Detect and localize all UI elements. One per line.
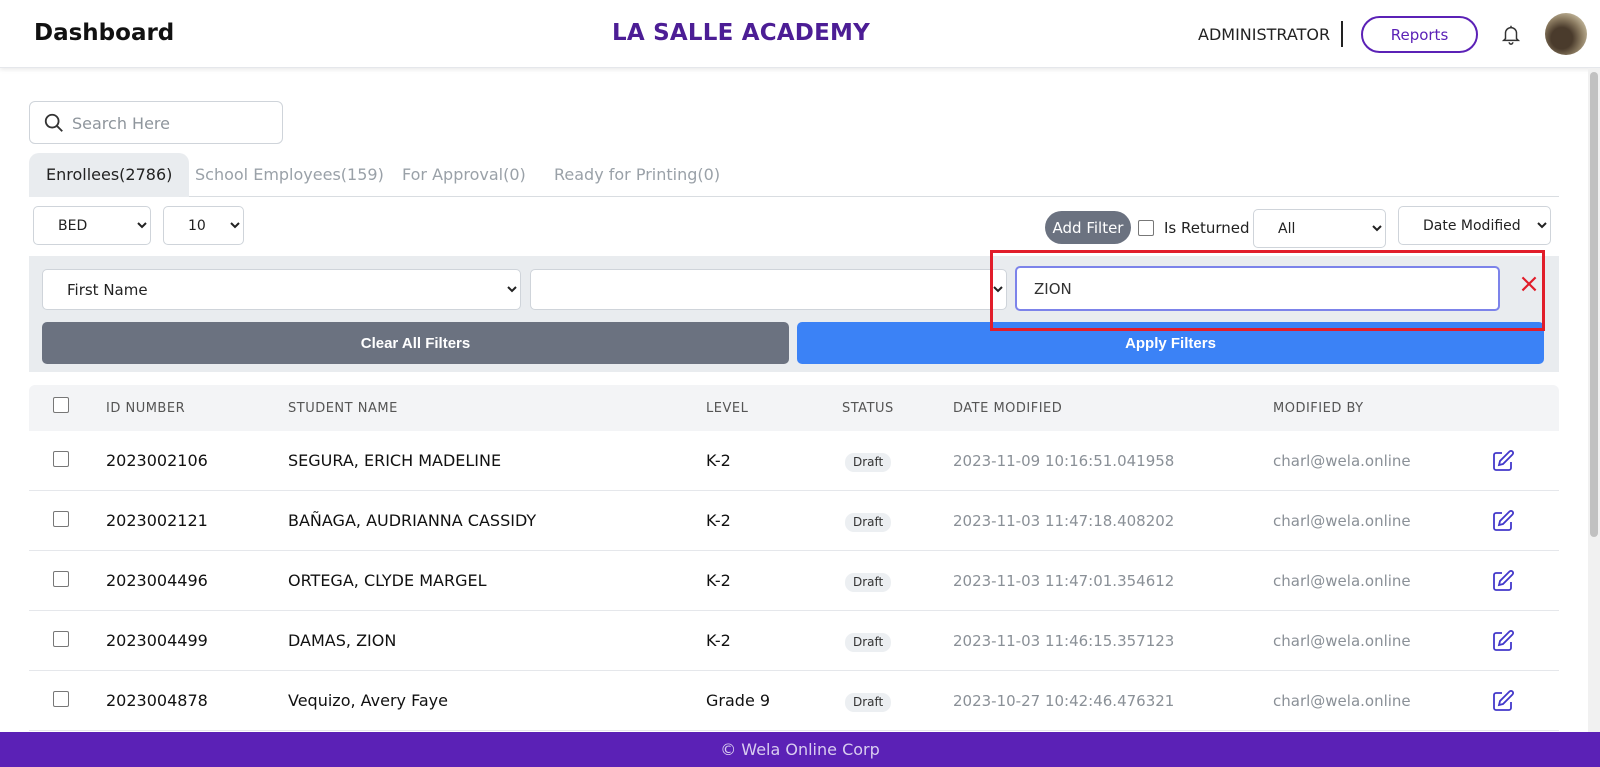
column-header[interactable]: ID NUMBER	[106, 401, 185, 416]
filter-value-input[interactable]	[1015, 266, 1500, 311]
enrollees-table: ID NUMBER STUDENT NAME LEVEL STATUS DATE…	[29, 385, 1559, 732]
search-box[interactable]	[29, 101, 283, 144]
status-select[interactable]: All	[1253, 209, 1386, 248]
id-number: 2023004496	[106, 571, 208, 590]
add-filter-button[interactable]: Add Filter	[1045, 211, 1131, 244]
filter-operator-select[interactable]	[530, 269, 1007, 310]
column-header[interactable]: LEVEL	[706, 401, 748, 416]
search-icon	[44, 113, 63, 132]
student-name: Vequizo, Avery Faye	[288, 691, 448, 710]
tab-school-employees[interactable]: School Employees(159)	[195, 153, 384, 197]
id-number: 2023004878	[106, 691, 208, 710]
student-name: BAÑAGA, AUDRIANNA CASSIDY	[288, 511, 537, 530]
table-row[interactable]: 2023002106 SEGURA, ERICH MADELINE K-2 Dr…	[29, 431, 1559, 491]
select-all-checkbox[interactable]	[53, 397, 69, 413]
date-modified: 2023-11-03 11:46:15.357123	[953, 632, 1175, 650]
column-header[interactable]: MODIFIED BY	[1273, 401, 1364, 416]
table-row[interactable]: 2023004499 DAMAS, ZION K-2 Draft 2023-11…	[29, 611, 1559, 671]
column-header[interactable]: DATE MODIFIED	[953, 401, 1062, 416]
column-header[interactable]: STUDENT NAME	[288, 401, 398, 416]
date-modified: 2023-11-09 10:16:51.041958	[953, 452, 1175, 470]
date-modified: 2023-11-03 11:47:01.354612	[953, 572, 1175, 590]
edit-icon[interactable]	[1491, 509, 1515, 533]
row-checkbox[interactable]	[53, 571, 69, 587]
filter-field-select[interactable]: First Name	[42, 269, 521, 310]
date-modified: 2023-10-27 10:42:46.476321	[953, 692, 1175, 710]
edit-icon[interactable]	[1491, 689, 1515, 713]
level: Grade 9	[706, 691, 771, 710]
tab-enrollees[interactable]: Enrollees(2786)	[29, 153, 190, 197]
modified-by: charl@wela.online	[1273, 452, 1411, 470]
level: K-2	[706, 571, 731, 590]
level: K-2	[706, 451, 731, 470]
modified-by: charl@wela.online	[1273, 512, 1411, 530]
remove-filter-button[interactable]: ×	[1514, 269, 1544, 299]
is-returned-checkbox[interactable]	[1138, 220, 1154, 236]
footer: © Wela Online Corp	[0, 732, 1600, 767]
user-role: ADMINISTRATOR	[1198, 25, 1331, 44]
scrollbar-thumb[interactable]	[1590, 72, 1598, 537]
top-bar: Dashboard LA SALLE ACADEMY ADMINISTRATOR…	[0, 0, 1600, 68]
status-badge: Draft	[845, 693, 892, 712]
modified-by: charl@wela.online	[1273, 632, 1411, 650]
header-divider	[1341, 21, 1343, 47]
department-select[interactable]: BED	[33, 206, 151, 245]
table-row[interactable]: 2023004878 Vequizo, Avery Faye Grade 9 D…	[29, 671, 1559, 731]
tab-for-approval[interactable]: For Approval(0)	[402, 153, 526, 197]
avatar[interactable]	[1545, 13, 1587, 55]
tab-bar: Enrollees(2786) School Employees(159) Fo…	[29, 153, 1559, 197]
modified-by: charl@wela.online	[1273, 572, 1411, 590]
edit-icon[interactable]	[1491, 569, 1515, 593]
id-number: 2023004499	[106, 631, 208, 650]
table-header: ID NUMBER STUDENT NAME LEVEL STATUS DATE…	[29, 385, 1559, 431]
edit-icon[interactable]	[1491, 449, 1515, 473]
table-row[interactable]: 2023002121 BAÑAGA, AUDRIANNA CASSIDY K-2…	[29, 491, 1559, 551]
column-header[interactable]: STATUS	[842, 401, 894, 416]
edit-icon[interactable]	[1491, 629, 1515, 653]
search-input[interactable]	[72, 110, 272, 136]
id-number: 2023002121	[106, 511, 208, 530]
table-row[interactable]: 2023004496 ORTEGA, CLYDE MARGEL K-2 Draf…	[29, 551, 1559, 611]
apply-filters-button[interactable]: Apply Filters	[797, 322, 1544, 364]
filter-panel: First Name × Clear All Filters Apply Fil…	[29, 256, 1559, 372]
row-checkbox[interactable]	[53, 631, 69, 647]
status-badge: Draft	[845, 513, 892, 532]
student-name: SEGURA, ERICH MADELINE	[288, 451, 502, 470]
status-badge: Draft	[845, 573, 892, 592]
page-scrollbar[interactable]	[1588, 68, 1600, 732]
tab-ready-for-printing[interactable]: Ready for Printing(0)	[554, 153, 720, 197]
student-name: DAMAS, ZION	[288, 631, 397, 650]
status-badge: Draft	[845, 453, 892, 472]
modified-by: charl@wela.online	[1273, 692, 1411, 710]
reports-button[interactable]: Reports	[1361, 16, 1478, 53]
is-returned-checkbox-group[interactable]: Is Returned	[1138, 216, 1250, 240]
row-checkbox[interactable]	[53, 511, 69, 527]
id-number: 2023002106	[106, 451, 208, 470]
bell-icon[interactable]	[1500, 22, 1522, 46]
is-returned-label: Is Returned	[1164, 219, 1250, 237]
page-size-select[interactable]: 10	[163, 206, 244, 245]
student-name: ORTEGA, CLYDE MARGEL	[288, 571, 487, 590]
sort-select[interactable]: Date Modified	[1398, 206, 1551, 245]
row-checkbox[interactable]	[53, 691, 69, 707]
row-checkbox[interactable]	[53, 451, 69, 467]
level: K-2	[706, 631, 731, 650]
level: K-2	[706, 511, 731, 530]
date-modified: 2023-11-03 11:47:18.408202	[953, 512, 1175, 530]
status-badge: Draft	[845, 633, 892, 652]
clear-all-filters-button[interactable]: Clear All Filters	[42, 322, 789, 364]
